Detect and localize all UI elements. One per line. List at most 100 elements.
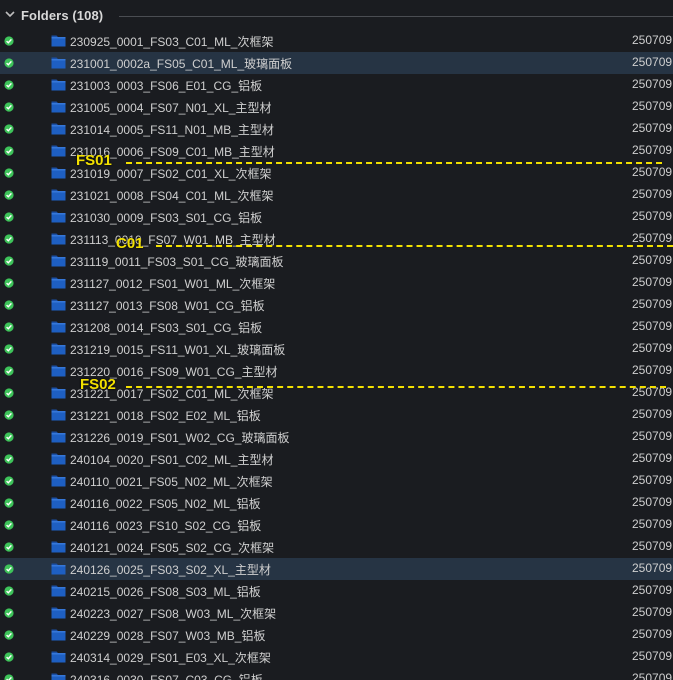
check-circle-icon <box>4 652 14 662</box>
folder-name[interactable]: 231113_0010_FS07_W01_MB_主型材 <box>70 231 276 248</box>
folder-row[interactable]: 231003_0003_FS06_E01_CG_铝板 250709 <box>0 74 673 96</box>
folder-name[interactable]: 240121_0024_FS05_S02_CG_次框架 <box>70 539 274 556</box>
check-circle-icon <box>4 344 14 354</box>
folder-row[interactable]: 240121_0024_FS05_S02_CG_次框架 250709 <box>0 536 673 558</box>
check-circle-icon <box>4 476 14 486</box>
folder-icon <box>51 35 66 47</box>
folder-name[interactable]: 240314_0029_FS01_E03_XL_次框架 <box>70 649 271 666</box>
folder-date: 250709 <box>632 605 673 619</box>
folder-name[interactable]: 240215_0026_FS08_S03_ML_铝板 <box>70 583 261 600</box>
folder-name[interactable]: 231127_0013_FS08_W01_CG_铝板 <box>70 297 265 314</box>
folder-icon <box>51 211 66 223</box>
folder-name[interactable]: 231014_0005_FS11_N01_MB_主型材 <box>70 121 274 138</box>
folder-row[interactable]: 231005_0004_FS07_N01_XL_主型材 250709 <box>0 96 673 118</box>
folder-row[interactable]: 240116_0022_FS05_N02_ML_铝板 250709 <box>0 492 673 514</box>
folder-row[interactable]: 230925_0001_FS03_C01_ML_次框架 250709 <box>0 30 673 52</box>
folder-icon <box>51 585 66 597</box>
folder-date: 250709 <box>632 561 673 575</box>
folder-row[interactable]: 231014_0005_FS11_N01_MB_主型材 250709 <box>0 118 673 140</box>
check-circle-icon <box>4 454 14 464</box>
folder-name[interactable]: 240316_0030_FS07_C03_CG_铝板 <box>70 671 263 680</box>
folder-row[interactable]: 240110_0021_FS05_N02_ML_次框架 250709 <box>0 470 673 492</box>
folder-icon <box>51 453 66 465</box>
check-circle-icon <box>4 146 14 156</box>
folder-date: 250709 <box>632 539 673 553</box>
folder-name[interactable]: 240223_0027_FS08_W03_ML_次框架 <box>70 605 276 622</box>
folder-date: 250709 <box>632 341 673 355</box>
check-circle-icon <box>4 278 14 288</box>
folder-row[interactable]: 231127_0013_FS08_W01_CG_铝板 250709 <box>0 294 673 316</box>
folder-list-panel: Folders (108) 230925_0001_FS03_C01_ML_次框… <box>0 0 673 680</box>
folder-row[interactable]: 231113_0010_FS07_W01_MB_主型材 250709 <box>0 228 673 250</box>
folder-row[interactable]: 240215_0026_FS08_S03_ML_铝板 250709 <box>0 580 673 602</box>
folder-row[interactable]: 231001_0002a_FS05_C01_ML_玻璃面板 250709 <box>0 52 673 74</box>
folder-row[interactable]: 240126_0025_FS03_S02_XL_主型材 250709 <box>0 558 673 580</box>
folder-name[interactable]: 240229_0028_FS07_W03_MB_铝板 <box>70 627 265 644</box>
folder-row[interactable]: 231127_0012_FS01_W01_ML_次框架 250709 <box>0 272 673 294</box>
folder-name[interactable]: 240126_0025_FS03_S02_XL_主型材 <box>70 561 271 578</box>
check-circle-icon <box>4 432 14 442</box>
folder-icon <box>51 409 66 421</box>
folder-name[interactable]: 231219_0015_FS11_W01_XL_玻璃面板 <box>70 341 285 358</box>
check-circle-icon <box>4 388 14 398</box>
folder-name[interactable]: 240116_0022_FS05_N02_ML_铝板 <box>70 495 261 512</box>
folder-name[interactable]: 231208_0014_FS03_S01_CG_铝板 <box>70 319 262 336</box>
folder-name[interactable]: 231021_0008_FS04_C01_ML_次框架 <box>70 187 273 204</box>
folder-icon <box>51 475 66 487</box>
folder-row[interactable]: 231220_0016_FS09_W01_CG_主型材 250709 <box>0 360 673 382</box>
folder-row[interactable]: 240116_0023_FS10_S02_CG_铝板 250709 <box>0 514 673 536</box>
folder-date: 250709 <box>632 385 673 399</box>
folder-name[interactable]: 231220_0016_FS09_W01_CG_主型材 <box>70 363 277 380</box>
folder-row[interactable]: 240104_0020_FS01_C02_ML_主型材 250709 <box>0 448 673 470</box>
folder-name[interactable]: 240104_0020_FS01_C02_ML_主型材 <box>70 451 273 468</box>
folder-date: 250709 <box>632 583 673 597</box>
folder-date: 250709 <box>632 671 673 680</box>
folder-icon <box>51 189 66 201</box>
chevron-down-icon[interactable] <box>4 8 16 20</box>
folder-icon <box>51 629 66 641</box>
check-circle-icon <box>4 80 14 90</box>
folder-date: 250709 <box>632 517 673 531</box>
folder-icon <box>51 563 66 575</box>
folder-row[interactable]: 231226_0019_FS01_W02_CG_玻璃面板 250709 <box>0 426 673 448</box>
folder-name[interactable]: 231019_0007_FS02_C01_XL_次框架 <box>70 165 271 182</box>
folder-name[interactable]: 231016_0006_FS09_C01_MB_主型材 <box>70 143 275 160</box>
folder-row[interactable]: 240314_0029_FS01_E03_XL_次框架 250709 <box>0 646 673 668</box>
folder-name[interactable]: 240110_0021_FS05_N02_ML_次框架 <box>70 473 273 490</box>
folders-section-header[interactable]: Folders (108) <box>0 0 673 32</box>
folder-name[interactable]: 231221_0018_FS02_E02_ML_铝板 <box>70 407 261 424</box>
folder-name[interactable]: 231003_0003_FS06_E01_CG_铝板 <box>70 77 262 94</box>
folder-row[interactable]: 231016_0006_FS09_C01_MB_主型材 250709 <box>0 140 673 162</box>
folder-date: 250709 <box>632 231 673 245</box>
folder-name[interactable]: 231226_0019_FS01_W02_CG_玻璃面板 <box>70 429 289 446</box>
check-circle-icon <box>4 586 14 596</box>
folder-name[interactable]: 230925_0001_FS03_C01_ML_次框架 <box>70 33 273 50</box>
folder-name[interactable]: 240116_0023_FS10_S02_CG_铝板 <box>70 517 261 534</box>
folder-row[interactable]: 231119_0011_FS03_S01_CG_玻璃面板 250709 <box>0 250 673 272</box>
folder-row[interactable]: 240229_0028_FS07_W03_MB_铝板 250709 <box>0 624 673 646</box>
folder-row[interactable]: 231030_0009_FS03_S01_CG_铝板 250709 <box>0 206 673 228</box>
check-circle-icon <box>4 36 14 46</box>
folder-name[interactable]: 231127_0012_FS01_W01_ML_次框架 <box>70 275 275 292</box>
folder-name[interactable]: 231001_0002a_FS05_C01_ML_玻璃面板 <box>70 55 292 72</box>
folder-row[interactable]: 231219_0015_FS11_W01_XL_玻璃面板 250709 <box>0 338 673 360</box>
folder-name[interactable]: 231221_0017_FS02_C01_ML_次框架 <box>70 385 273 402</box>
folder-row[interactable]: 231208_0014_FS03_S01_CG_铝板 250709 <box>0 316 673 338</box>
folder-name[interactable]: 231005_0004_FS07_N01_XL_主型材 <box>70 99 271 116</box>
folder-name[interactable]: 231119_0011_FS03_S01_CG_玻璃面板 <box>70 253 283 270</box>
folder-row[interactable]: 231221_0017_FS02_C01_ML_次框架 250709 <box>0 382 673 404</box>
folder-row[interactable]: 240316_0030_FS07_C03_CG_铝板 250709 <box>0 668 673 680</box>
check-circle-icon <box>4 124 14 134</box>
folder-row[interactable]: 231021_0008_FS04_C01_ML_次框架 250709 <box>0 184 673 206</box>
folder-row[interactable]: 231019_0007_FS02_C01_XL_次框架 250709 <box>0 162 673 184</box>
folder-icon <box>51 145 66 157</box>
folder-icon <box>51 365 66 377</box>
folder-date: 250709 <box>632 473 673 487</box>
folder-date: 250709 <box>632 165 673 179</box>
folder-icon <box>51 431 66 443</box>
folder-icon <box>51 255 66 267</box>
folder-name[interactable]: 231030_0009_FS03_S01_CG_铝板 <box>70 209 262 226</box>
folder-row[interactable]: 231221_0018_FS02_E02_ML_铝板 250709 <box>0 404 673 426</box>
folder-row[interactable]: 240223_0027_FS08_W03_ML_次框架 250709 <box>0 602 673 624</box>
folder-icon <box>51 651 66 663</box>
